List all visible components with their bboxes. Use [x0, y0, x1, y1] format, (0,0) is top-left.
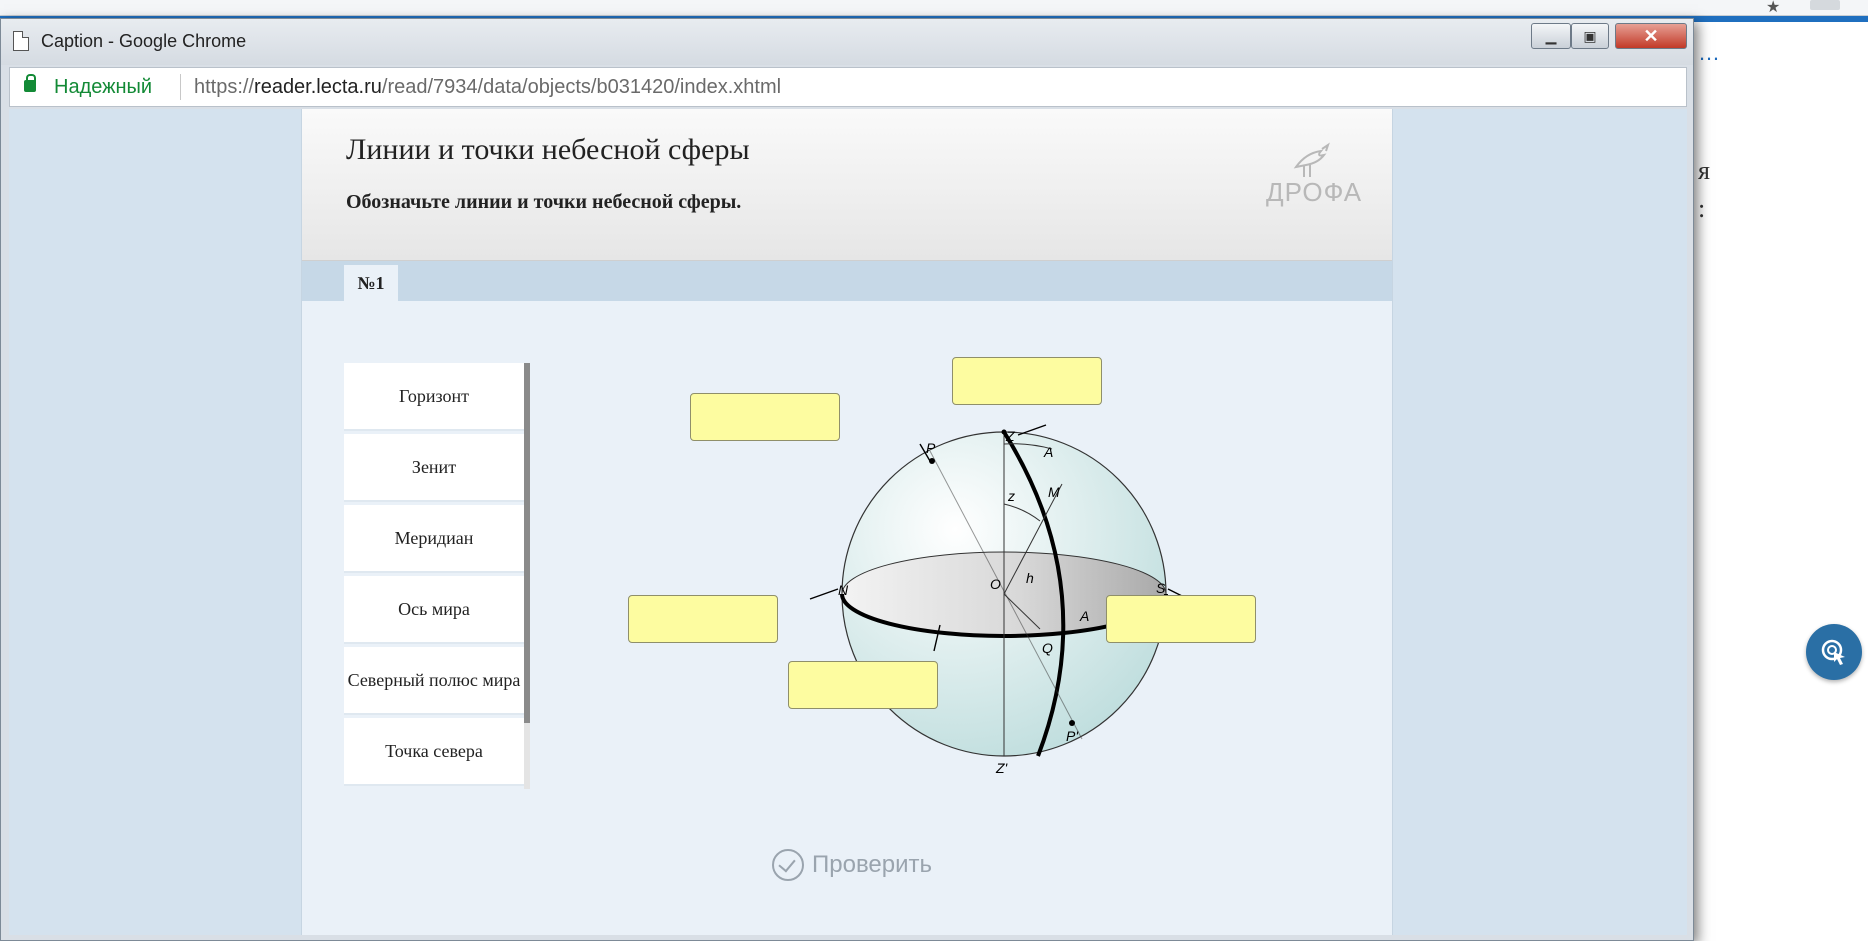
- term-list-scrollbar[interactable]: [524, 363, 530, 789]
- background-text-fragment: :: [1698, 194, 1706, 223]
- north-leader: [809, 588, 839, 600]
- exercise-header: Линии и точки небесной сферы Обозначьте …: [302, 109, 1392, 261]
- title-bar: Caption - Google Chrome ▁ ▣ ✕: [1, 19, 1693, 65]
- page-icon: [13, 31, 29, 51]
- drop-slot-south[interactable]: [1106, 595, 1256, 643]
- cursor-click-icon: [1821, 639, 1845, 665]
- background-menu-icon[interactable]: [1810, 0, 1840, 10]
- label-Z-prime: Z': [995, 760, 1009, 776]
- url-text[interactable]: https://reader.lecta.ru/read/7934/data/o…: [194, 76, 781, 99]
- label-h: h: [1026, 570, 1034, 586]
- lock-icon: [24, 74, 36, 92]
- page-viewport: Линии и точки небесной сферы Обозначьте …: [9, 109, 1687, 935]
- label-S: S: [1156, 580, 1166, 596]
- drop-slot-axis[interactable]: [788, 661, 938, 709]
- term-horizon[interactable]: Горизонт: [344, 363, 524, 431]
- background-page: … я :: [1688, 22, 1868, 941]
- exercise-title: Линии и точки небесной сферы: [346, 133, 750, 166]
- minimize-button[interactable]: ▁: [1531, 23, 1571, 49]
- label-Z: Z: [1005, 428, 1015, 444]
- background-ellipsis: …: [1698, 40, 1720, 65]
- url-path: /read/7934/data/objects/b031420/index.xh…: [381, 76, 782, 98]
- address-separator: [180, 74, 181, 100]
- zenith-leader: [1017, 424, 1047, 436]
- exercise-panel: Линии и точки небесной сферы Обозначьте …: [301, 109, 1393, 935]
- drop-slot-pole[interactable]: [690, 393, 840, 441]
- term-list: Горизонт Зенит Меридиан Ось мира Северны…: [344, 363, 530, 789]
- popup-browser-window: Caption - Google Chrome ▁ ▣ ✕ Надежный h…: [0, 18, 1694, 941]
- label-z: z: [1007, 488, 1015, 504]
- label-A-top: A: [1043, 444, 1053, 460]
- exercise-instruction: Обозначьте линии и точки небесной сферы.: [346, 191, 742, 213]
- drop-slot-zenith[interactable]: [952, 357, 1102, 405]
- term-world-axis[interactable]: Ось мира: [344, 576, 524, 644]
- window-title: Caption - Google Chrome: [41, 31, 247, 51]
- label-M: M: [1048, 484, 1060, 500]
- url-domain: reader.lecta.ru: [254, 76, 382, 98]
- url-prefix: https://: [194, 76, 255, 98]
- logo-text: ДРОФА: [1266, 177, 1363, 207]
- label-P-prime: P': [1066, 728, 1079, 744]
- address-bar[interactable]: Надежный https://reader.lecta.ru/read/79…: [9, 67, 1687, 107]
- publisher-logo: ДРОФА: [1266, 139, 1363, 209]
- accessibility-button[interactable]: [1806, 624, 1862, 680]
- term-north-point[interactable]: Точка севера: [344, 718, 524, 786]
- term-meridian[interactable]: Меридиан: [344, 505, 524, 573]
- maximize-button[interactable]: ▣: [1571, 23, 1609, 49]
- label-P: P: [926, 440, 936, 456]
- bird-icon: [1293, 142, 1330, 177]
- background-address-bar: ★: [0, 0, 1868, 16]
- term-zenith[interactable]: Зенит: [344, 434, 524, 502]
- south-pole-dot: [1069, 720, 1075, 726]
- secure-label: Надежный: [54, 76, 153, 98]
- term-north-celestial-pole[interactable]: Северный полюс мира: [344, 647, 524, 715]
- background-text-fragment: я: [1698, 156, 1710, 185]
- bookmark-star-icon[interactable]: ★: [1766, 0, 1780, 17]
- task-tabs: №1: [302, 261, 1392, 301]
- check-circle-icon: [772, 849, 804, 881]
- check-label: Проверить: [812, 851, 933, 878]
- label-N: N: [838, 582, 849, 598]
- label-A-mid: A: [1079, 608, 1089, 624]
- drop-slot-north[interactable]: [628, 595, 778, 643]
- tab-task-1[interactable]: №1: [344, 265, 398, 301]
- check-button[interactable]: Проверить: [772, 849, 932, 881]
- scrollbar-thumb[interactable]: [524, 363, 530, 723]
- close-button[interactable]: ✕: [1615, 23, 1687, 49]
- label-O: O: [990, 576, 1001, 592]
- label-Q: Q: [1042, 640, 1053, 656]
